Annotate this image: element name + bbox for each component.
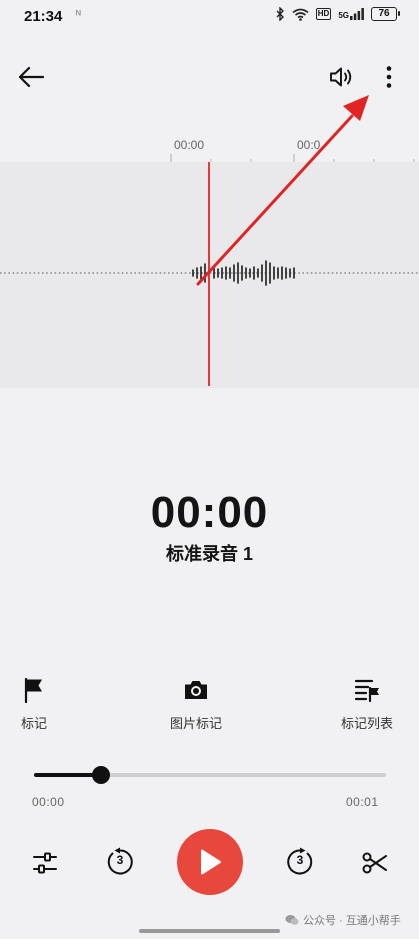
timeline-ruler: 00:00 00:0 (0, 134, 419, 164)
mark-label: 标记 (20, 716, 47, 731)
hd-icon: HD (315, 8, 332, 20)
ruler-tick-label: 00:0 (297, 138, 321, 152)
mark-list-button[interactable]: 标记列表 (341, 676, 393, 732)
play-button[interactable] (177, 829, 243, 895)
home-indicator (139, 929, 280, 933)
notification-icon: ᴺ (76, 9, 81, 21)
more-vertical-icon (386, 66, 392, 88)
photo-mark-button[interactable]: 图片标记 (170, 676, 222, 732)
forward-button[interactable]: 3 (283, 845, 317, 879)
scissors-icon (362, 852, 387, 874)
watermark: 公众号 · 互通小帮手 (285, 912, 401, 928)
battery-icon: 76 (371, 7, 400, 21)
recording-name[interactable]: 标准录音 1 (0, 540, 419, 566)
progress-fill (34, 773, 101, 777)
status-icons: HD 5G 76 (276, 7, 400, 21)
playhead-line[interactable] (208, 162, 210, 386)
elapsed-time: 00:00 (150, 488, 269, 537)
wifi-icon (292, 8, 309, 21)
back-button[interactable] (14, 60, 48, 94)
mark-button[interactable]: 标记 (20, 676, 48, 732)
trim-button[interactable] (358, 846, 392, 880)
total-time: 00:01 (346, 795, 379, 809)
mark-list-label: 标记列表 (341, 716, 394, 731)
wechat-icon (285, 915, 299, 925)
sliders-icon (33, 852, 57, 874)
watermark-text: 公众号 · 互通小帮手 (303, 915, 401, 927)
forward-seconds: 3 (296, 853, 304, 867)
ruler-tick-label: 00:00 (174, 138, 205, 152)
mark-list-icon (354, 679, 379, 703)
bluetooth-icon (276, 7, 284, 21)
status-time: 21:34 (24, 8, 63, 25)
cellular-signal-icon: 5G (338, 8, 364, 20)
settings-button[interactable] (28, 846, 62, 880)
more-options-button[interactable] (374, 60, 404, 94)
back-arrow-icon (18, 66, 45, 88)
rewind-seconds: 3 (116, 853, 124, 867)
progress-slider[interactable] (34, 766, 386, 784)
progress-thumb[interactable] (91, 766, 110, 784)
speaker-icon (330, 67, 352, 87)
speaker-button[interactable] (324, 60, 358, 94)
rewind-button[interactable]: 3 (103, 845, 137, 879)
play-icon (201, 849, 221, 875)
network-type-label: 5G (338, 11, 349, 20)
camera-icon (185, 681, 207, 699)
current-time: 00:00 (32, 795, 65, 809)
photo-mark-label: 图片标记 (170, 716, 223, 731)
flag-icon (24, 677, 42, 704)
